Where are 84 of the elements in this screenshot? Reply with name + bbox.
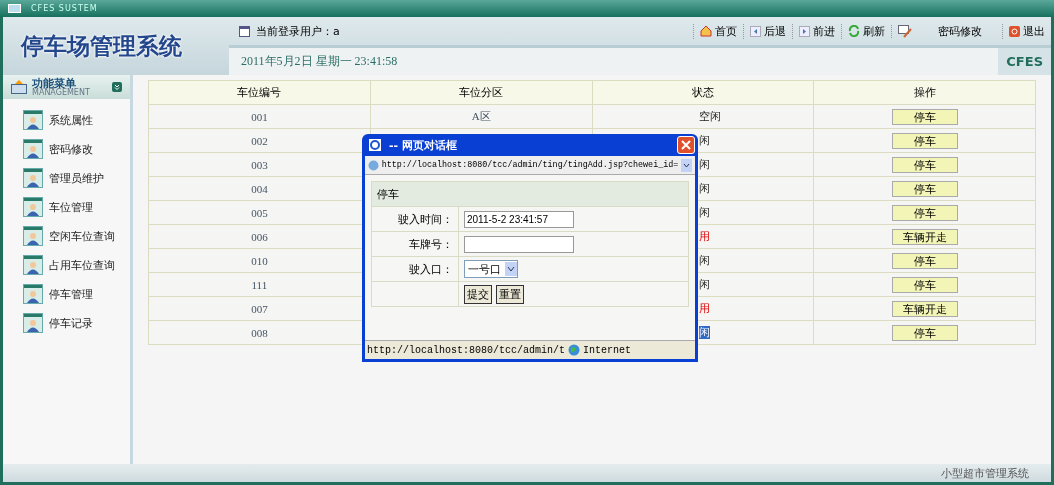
entrance-select[interactable]: 一号口: [464, 260, 518, 278]
window-icon: [239, 25, 250, 37]
status-text: 闲: [698, 326, 710, 339]
status-text: 闲: [698, 134, 710, 147]
house-icon: [700, 25, 712, 37]
menu-item[interactable]: 车位管理: [3, 192, 130, 221]
form-button[interactable]: 重置: [496, 284, 524, 304]
action-button[interactable]: 停车: [891, 252, 958, 269]
toolbar-link[interactable]: 密码修改: [918, 23, 1002, 39]
input-field[interactable]: [464, 235, 574, 253]
status-text: 空闲: [698, 110, 721, 123]
menu-title: 功能菜单: [32, 77, 76, 89]
section-title: 停车: [371, 181, 689, 207]
user-window-icon: [23, 255, 43, 275]
browser-icon: [369, 139, 381, 151]
action-button[interactable]: 车辆开走: [891, 300, 958, 317]
menu-item[interactable]: 系统属性: [3, 105, 130, 134]
menu-item[interactable]: 占用车位查询: [3, 250, 130, 279]
current-datetime: 2011年5月2日 星期一 23:41:58: [241, 53, 399, 70]
current-user: 当前登录用户：a: [256, 23, 341, 39]
dialog-title: -- 网页对话框: [389, 137, 458, 153]
status-url: http://localhost:8080/tcc/admin/t: [367, 344, 566, 356]
status-text: 闲: [698, 182, 710, 195]
menu-item[interactable]: 管理员维护: [3, 163, 130, 192]
user-window-icon: [23, 168, 43, 188]
collapse-icon[interactable]: [112, 82, 122, 92]
close-button[interactable]: [677, 136, 695, 154]
field-label: 驶入时间：: [371, 206, 459, 232]
browser-icon: [368, 159, 379, 171]
toolbar-link[interactable]: 首页: [693, 23, 743, 39]
action-button[interactable]: 车辆开走: [891, 228, 958, 245]
status-text: 闲: [698, 254, 710, 267]
dropdown-icon: [505, 262, 517, 276]
action-button[interactable]: 停车: [891, 132, 958, 149]
toolbar-link[interactable]: 刷新: [841, 23, 891, 39]
status-text: 闲: [698, 278, 710, 291]
user-window-icon: [23, 139, 43, 159]
user-window-icon: [23, 226, 43, 246]
field-label: 车牌号：: [371, 231, 459, 257]
dropdown-icon: [681, 158, 692, 172]
column-header: 状态: [592, 80, 814, 105]
table-cell: A区: [370, 104, 592, 129]
monitor-icon: [8, 3, 21, 14]
address-bar[interactable]: http://localhost:8080/tcc/admin/ting/tingAdd.jsp?chewei_id=: [365, 156, 695, 175]
status-text: 闲: [698, 158, 710, 171]
folder-icon: [11, 80, 27, 94]
menu-item[interactable]: 密码修改: [3, 134, 130, 163]
user-window-icon: [23, 197, 43, 217]
user-window-icon: [23, 110, 43, 130]
edit-icon: [898, 24, 912, 38]
column-header: 操作: [813, 80, 1036, 105]
status-text: 用: [698, 302, 710, 315]
status-bar-text: 小型超市管理系统: [941, 465, 1029, 481]
user-window-icon: [23, 313, 43, 333]
brand-label: CFES: [998, 48, 1051, 75]
field-label: 驶入口：: [371, 256, 459, 282]
menu-subtitle: MANAGEMENT: [32, 88, 91, 97]
globe-icon: [568, 344, 581, 356]
menu-item[interactable]: 停车记录: [3, 308, 130, 337]
action-button[interactable]: 停车: [891, 276, 958, 293]
action-button[interactable]: 停车: [891, 108, 958, 125]
action-button[interactable]: 停车: [891, 204, 958, 221]
column-header: 车位编号: [148, 80, 371, 105]
close-icon: [681, 140, 691, 150]
action-button[interactable]: 停车: [891, 156, 958, 173]
app-title: 停车场管理系统: [21, 31, 182, 61]
user-window-icon: [23, 284, 43, 304]
column-header: 车位分区: [370, 80, 592, 105]
refresh-icon: [848, 25, 860, 37]
toolbar-link[interactable]: 前进: [792, 23, 841, 39]
status-text: 闲: [698, 206, 710, 219]
power-icon: [1009, 25, 1020, 37]
logout-link[interactable]: 退出: [1002, 23, 1051, 39]
toolbar-link[interactable]: 后退: [743, 23, 792, 39]
zone-label: Internet: [583, 344, 632, 356]
status-text: 用: [698, 230, 710, 243]
window-title: CFES SUSTEM: [31, 4, 98, 13]
menu-item[interactable]: 停车管理: [3, 279, 130, 308]
table-cell: 001: [148, 104, 371, 129]
input-field[interactable]: 2011-5-2 23:41:57: [464, 210, 574, 228]
form-button[interactable]: 提交: [464, 284, 492, 304]
action-button[interactable]: 停车: [891, 180, 958, 197]
action-button[interactable]: 停车: [891, 324, 958, 341]
menu-item[interactable]: 空闲车位查询: [3, 221, 130, 250]
